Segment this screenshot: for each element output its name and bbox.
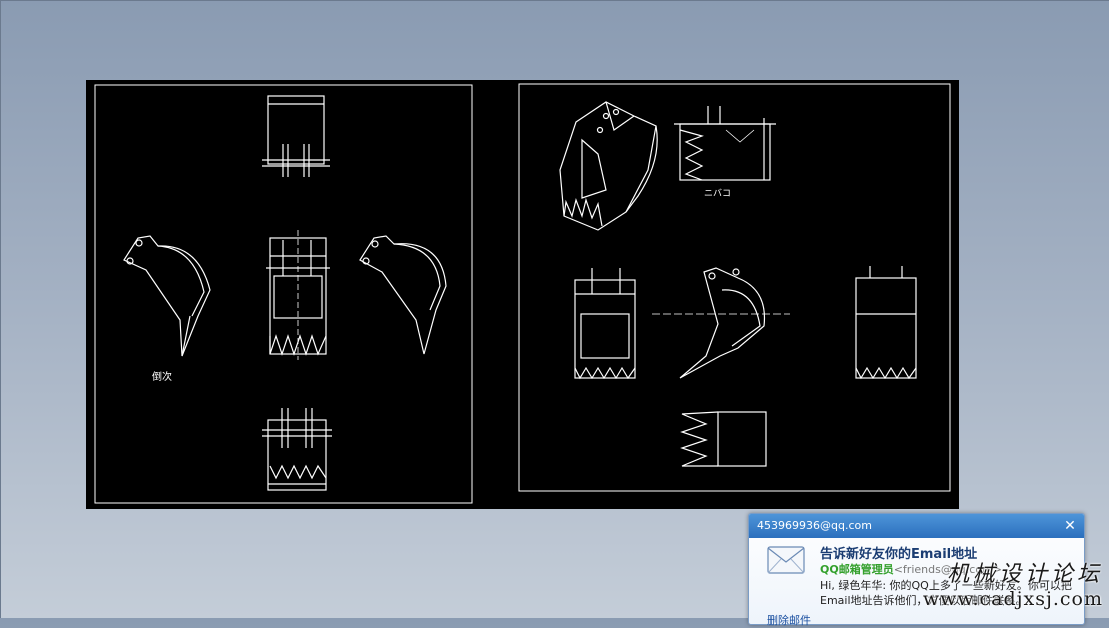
left-sheet-label: 倒次 [152,370,172,383]
left-drawing-sheet: 倒次 [94,84,473,504]
right-rear-view [855,266,917,380]
left-front-view [266,230,330,360]
right-front-view [574,268,636,380]
notification-body: Hi, 绿色年华: 你的QQ上多了一些新好友。你可以把Email地址告诉他们，方… [820,579,1072,607]
sender-name: QQ邮箱管理员 [820,563,894,576]
right-drawing-sheet: ニバコ [518,83,951,492]
right-bottom-view [680,411,767,467]
left-top-view [262,95,330,177]
notification-title[interactable]: 告诉新好友你的Email地址 [820,543,977,562]
notification-header: 453969936@qq.com ✕ [749,514,1084,538]
envelope-icon [767,546,805,574]
delete-mail-link[interactable]: 删除邮件 [767,612,811,628]
right-isometric-view [559,101,658,231]
right-side-view [652,267,790,379]
left-side-view-left: 倒次 [123,235,211,383]
qq-mail-notification[interactable]: 453969936@qq.com ✕ 告诉新好友你的Email地址 QQ邮箱管理… [748,513,1085,628]
notification-account: 453969936@qq.com [757,519,872,532]
right-section-view: ニバコ [674,106,776,199]
left-bottom-view [262,408,332,491]
right-sheet-label: ニバコ [704,188,731,199]
cad-drawing-canvas[interactable]: 倒次 ニバコ [86,80,959,509]
sender-email: <friends@qq.com> [893,563,1002,576]
left-side-view-right [359,235,447,355]
notification-sender: QQ邮箱管理员<friends@qq.com> [820,561,1002,577]
close-icon[interactable]: ✕ [1063,514,1077,538]
